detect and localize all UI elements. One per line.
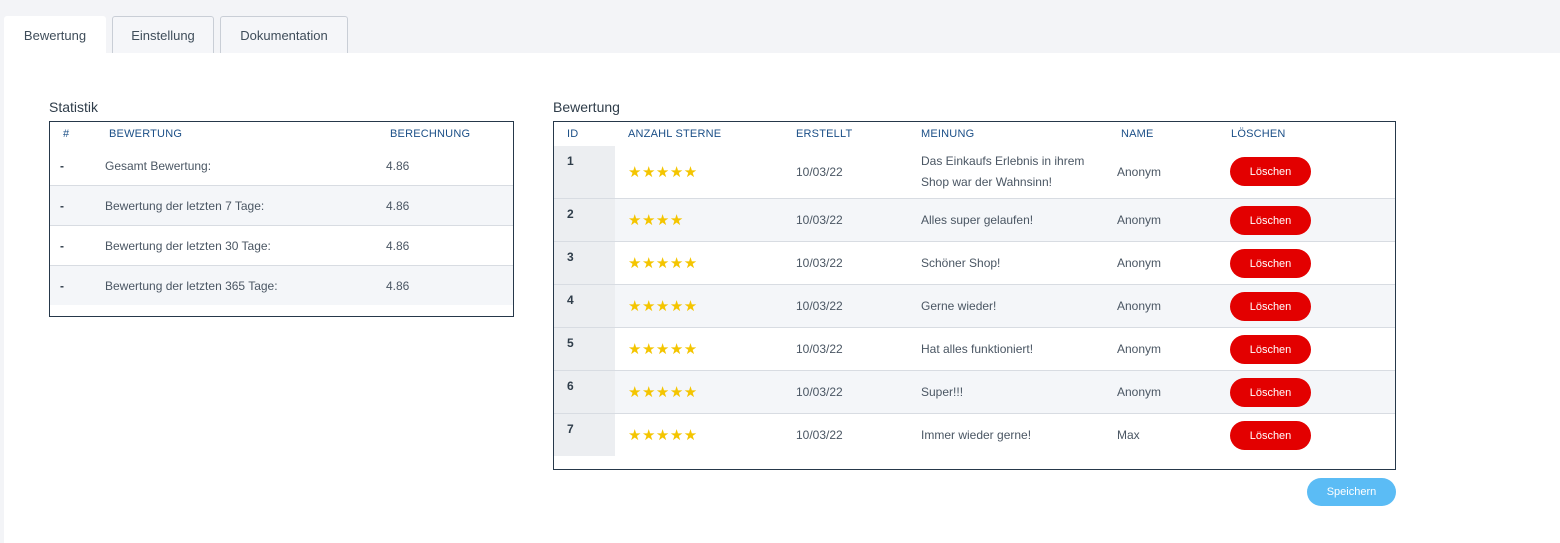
star-rating: ★★★★★ [628, 164, 698, 181]
table-row: 6 ★★★★★ 10/03/22 Super!!! Anonym Löschen [554, 370, 1395, 413]
row-value: 4.86 [386, 239, 410, 253]
row-marker: - [60, 159, 64, 173]
delete-button[interactable]: Löschen [1230, 421, 1311, 450]
row-erstellt: 10/03/22 [796, 342, 843, 356]
row-value: 4.86 [386, 199, 410, 213]
tab-bewertung[interactable]: Bewertung [4, 16, 106, 54]
star-rating: ★★★★★ [628, 384, 698, 401]
row-label: Gesamt Bewertung: [105, 159, 212, 173]
row-label: Bewertung der letzten 30 Tage: [105, 239, 271, 253]
id-cell: 3 [554, 242, 615, 284]
delete-button[interactable]: Löschen [1230, 378, 1311, 407]
id-cell: 1 [554, 146, 615, 199]
id-cell: 5 [554, 328, 615, 370]
star-rating: ★★★★★ [628, 298, 698, 315]
row-meinung-line2: Shop war der Wahnsinn! [921, 175, 1052, 189]
id-cell: 4 [554, 285, 615, 327]
statistik-row: - Bewertung der letzten 30 Tage: 4.86 [50, 225, 513, 265]
save-button[interactable]: Speichern [1307, 478, 1396, 506]
bewertung-header-meinung: MEINUNG [921, 128, 975, 140]
bewertung-header-erstellt: ERSTELLT [796, 128, 853, 140]
table-row: 3 ★★★★★ 10/03/22 Schöner Shop! Anonym Lö… [554, 241, 1395, 284]
statistik-header-bewertung: BEWERTUNG [109, 128, 183, 140]
row-label: Bewertung der letzten 365 Tage: [105, 279, 278, 293]
statistik-row: - Bewertung der letzten 365 Tage: 4.86 [50, 265, 513, 305]
row-erstellt: 10/03/22 [796, 428, 843, 442]
row-name: Anonym [1117, 165, 1162, 179]
statistik-title: Statistik [49, 99, 99, 115]
table-row: 5 ★★★★★ 10/03/22 Hat alles funktioniert!… [554, 327, 1395, 370]
table-row: 1 ★★★★★ 10/03/22 Das Einkaufs Erlebnis i… [554, 146, 1395, 199]
row-value: 4.86 [386, 159, 410, 173]
row-meinung: Hat alles funktioniert! [921, 342, 1034, 356]
star-rating: ★★★★★ [628, 255, 698, 272]
row-name: Anonym [1117, 385, 1162, 399]
bewertung-title: Bewertung [553, 99, 620, 115]
row-id: 1 [567, 154, 574, 168]
bewertung-header-loeschen: LÖSCHEN [1231, 128, 1286, 140]
delete-button[interactable]: Löschen [1230, 157, 1311, 186]
row-name: Anonym [1117, 256, 1162, 270]
id-cell: 7 [554, 414, 615, 456]
row-meinung: Gerne wieder! [921, 299, 997, 313]
bewertung-header-id: ID [567, 128, 579, 140]
row-meinung: Immer wieder gerne! [921, 428, 1032, 442]
row-id: 6 [567, 379, 574, 393]
star-rating: ★★★★★ [628, 427, 698, 444]
delete-button[interactable]: Löschen [1230, 249, 1311, 278]
table-row: 2 ★★★★ 10/03/22 Alles super gelaufen! An… [554, 198, 1395, 241]
tab-bar: Bewertung Einstellung Dokumentation [0, 0, 1560, 54]
row-erstellt: 10/03/22 [796, 165, 843, 179]
table-row: 4 ★★★★★ 10/03/22 Gerne wieder! Anonym Lö… [554, 284, 1395, 327]
row-meinung: Schöner Shop! [921, 256, 1001, 270]
row-name: Anonym [1117, 342, 1162, 356]
row-id: 2 [567, 207, 574, 221]
delete-button[interactable]: Löschen [1230, 206, 1311, 235]
bewertung-table: ID ANZAHL STERNE ERSTELLT MEINUNG NAME L… [553, 121, 1396, 470]
tab-dokumentation[interactable]: Dokumentation [220, 16, 348, 53]
row-erstellt: 10/03/22 [796, 256, 843, 270]
row-erstellt: 10/03/22 [796, 299, 843, 313]
row-id: 3 [567, 250, 574, 264]
row-name: Anonym [1117, 299, 1162, 313]
id-cell: 2 [554, 199, 615, 241]
row-meinung: Super!!! [921, 385, 964, 399]
row-id: 5 [567, 336, 574, 350]
id-cell: 6 [554, 371, 615, 413]
row-meinung: Das Einkaufs Erlebnis in ihrem [921, 154, 1085, 168]
row-name: Max [1117, 428, 1140, 442]
row-value: 4.86 [386, 279, 410, 293]
row-name: Anonym [1117, 213, 1162, 227]
statistik-header-hash: # [63, 128, 70, 140]
table-row: 7 ★★★★★ 10/03/22 Immer wieder gerne! Max… [554, 413, 1395, 456]
row-id: 4 [567, 293, 574, 307]
row-marker: - [60, 279, 64, 293]
star-rating: ★★★★ [628, 212, 684, 229]
row-label: Bewertung der letzten 7 Tage: [105, 199, 265, 213]
tab-einstellung[interactable]: Einstellung [112, 16, 214, 53]
row-marker: - [60, 199, 64, 213]
star-rating: ★★★★★ [628, 341, 698, 358]
row-id: 7 [567, 422, 574, 436]
delete-button[interactable]: Löschen [1230, 292, 1311, 321]
bewertung-header-sterne: ANZAHL STERNE [628, 128, 722, 140]
bewertung-header-name: NAME [1121, 128, 1154, 140]
row-meinung: Alles super gelaufen! [921, 213, 1034, 227]
statistik-header-berechnung: BERECHNUNG [390, 128, 471, 140]
statistik-table: # BEWERTUNG BERECHNUNG - Gesamt Bewertun… [49, 121, 514, 317]
statistik-row: - Bewertung der letzten 7 Tage: 4.86 [50, 185, 513, 225]
row-erstellt: 10/03/22 [796, 385, 843, 399]
row-erstellt: 10/03/22 [796, 213, 843, 227]
delete-button[interactable]: Löschen [1230, 335, 1311, 364]
statistik-row: - Gesamt Bewertung: 4.86 [50, 146, 513, 186]
row-marker: - [60, 239, 64, 253]
